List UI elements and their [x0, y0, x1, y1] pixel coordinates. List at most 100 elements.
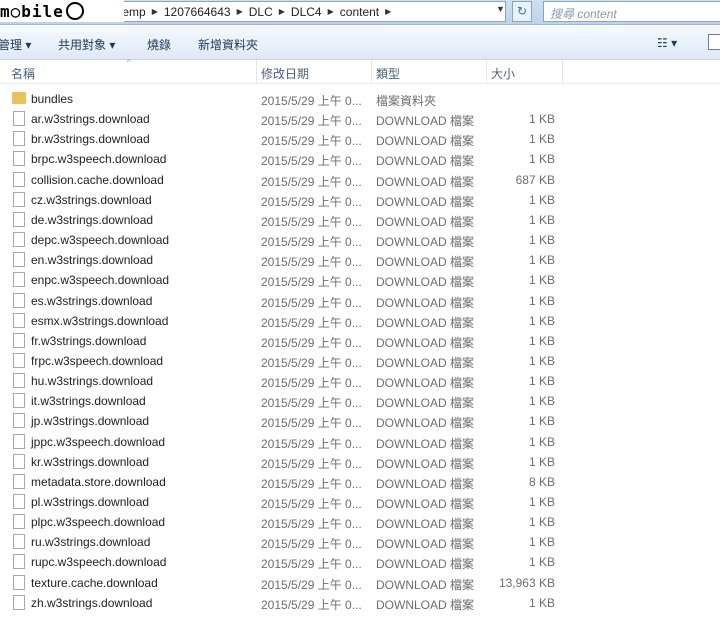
- file-row[interactable]: es.w3strings.download 2015/5/29 上午 0... …: [0, 291, 720, 311]
- file-row[interactable]: ru.w3strings.download 2015/5/29 上午 0... …: [0, 532, 720, 552]
- file-name: jp.w3strings.download: [31, 414, 150, 429]
- file-date: 2015/5/29 上午 0...: [261, 174, 362, 189]
- file-row[interactable]: fr.w3strings.download 2015/5/29 上午 0... …: [0, 331, 720, 351]
- column-name[interactable]: 名稱: [11, 65, 35, 82]
- breadcrumb-dlc[interactable]: DLC: [249, 5, 273, 19]
- file-date: 2015/5/29 上午 0...: [261, 154, 362, 169]
- file-icon: [13, 312, 25, 328]
- file-type: DOWNLOAD 檔案: [376, 376, 475, 391]
- file-row[interactable]: enpc.w3speech.download 2015/5/29 上午 0...…: [0, 270, 720, 290]
- file-row[interactable]: zh.w3strings.download 2015/5/29 上午 0... …: [0, 593, 720, 613]
- file-row[interactable]: collision.cache.download 2015/5/29 上午 0.…: [0, 170, 720, 190]
- file-size: 13,963 KB: [498, 575, 555, 590]
- file-size: 1 KB: [528, 253, 555, 268]
- file-row[interactable]: plpc.w3speech.download 2015/5/29 上午 0...…: [0, 512, 720, 532]
- file-type: DOWNLOAD 檔案: [376, 517, 475, 532]
- file-icon: [13, 433, 25, 449]
- chevron-right-icon[interactable]: ▶: [328, 7, 334, 16]
- file-row[interactable]: pl.w3strings.download 2015/5/29 上午 0... …: [0, 492, 720, 512]
- file-type: DOWNLOAD 檔案: [376, 255, 475, 270]
- file-icon: [13, 473, 25, 489]
- file-icon: [13, 554, 25, 570]
- file-type: 檔案資料夾: [376, 94, 437, 108]
- file-date: 2015/5/29 上午 0...: [261, 295, 362, 310]
- address-history-dropdown-icon[interactable]: ▼: [496, 4, 505, 14]
- file-row[interactable]: jppc.w3speech.download 2015/5/29 上午 0...…: [0, 432, 720, 452]
- breadcrumb-content[interactable]: content: [340, 5, 379, 19]
- file-icon: [13, 332, 25, 348]
- file-row[interactable]: cz.w3strings.download 2015/5/29 上午 0... …: [0, 190, 720, 210]
- file-name: jppc.w3speech.download: [31, 434, 166, 449]
- column-divider[interactable]: [562, 60, 563, 84]
- search-input[interactable]: 搜尋 content: [543, 1, 720, 22]
- file-row[interactable]: ar.w3strings.download 2015/5/29 上午 0... …: [0, 109, 720, 129]
- file-name: brpc.w3speech.download: [31, 152, 167, 167]
- file-row[interactable]: en.w3strings.download 2015/5/29 上午 0... …: [0, 250, 720, 270]
- file-row[interactable]: jp.w3strings.download 2015/5/29 上午 0... …: [0, 411, 720, 431]
- column-divider[interactable]: [371, 60, 372, 84]
- file-row[interactable]: depc.w3speech.download 2015/5/29 上午 0...…: [0, 230, 720, 250]
- organize-button[interactable]: 組合管理 ▾: [0, 36, 31, 53]
- column-divider[interactable]: [256, 60, 257, 84]
- sort-arrow-icon: ^: [127, 58, 131, 67]
- file-type: DOWNLOAD 檔案: [376, 295, 475, 310]
- navigation-bar: temp ▶ 1207664643 ▶ DLC ▶ DLC4 ▶ content ▶ m○…: [0, 0, 720, 25]
- file-type: DOWNLOAD 檔案: [376, 577, 475, 592]
- file-icon: [13, 574, 25, 590]
- file-row[interactable]: esmx.w3strings.download 2015/5/29 上午 0..…: [0, 311, 720, 331]
- file-date: 2015/5/29 上午 0...: [261, 255, 362, 270]
- chevron-right-icon[interactable]: ▶: [152, 7, 158, 16]
- chevron-right-icon[interactable]: ▶: [279, 7, 285, 16]
- file-icon: [13, 171, 25, 187]
- file-row[interactable]: frpc.w3speech.download 2015/5/29 上午 0...…: [0, 351, 720, 371]
- column-size[interactable]: 大小: [491, 65, 515, 82]
- file-date: 2015/5/29 上午 0...: [261, 476, 362, 491]
- column-type[interactable]: 類型: [376, 65, 400, 82]
- column-date[interactable]: 修改日期: [261, 65, 309, 82]
- refresh-icon[interactable]: ↻: [512, 1, 532, 22]
- file-row[interactable]: de.w3strings.download 2015/5/29 上午 0... …: [0, 210, 720, 230]
- file-row[interactable]: rupc.w3speech.download 2015/5/29 上午 0...…: [0, 552, 720, 572]
- file-row[interactable]: kr.w3strings.download 2015/5/29 上午 0... …: [0, 452, 720, 472]
- file-row[interactable]: brpc.w3speech.download 2015/5/29 上午 0...…: [0, 149, 720, 169]
- new-folder-button[interactable]: 新增資料夾: [198, 36, 258, 53]
- file-icon: [13, 393, 25, 409]
- file-name: de.w3strings.download: [31, 212, 154, 227]
- column-divider[interactable]: [486, 60, 487, 84]
- breadcrumb-folder-id[interactable]: 1207664643: [164, 5, 231, 19]
- file-date: 2015/5/29 上午 0...: [261, 194, 362, 209]
- file-size: 1 KB: [528, 212, 555, 227]
- chevron-right-icon[interactable]: ▶: [237, 7, 243, 16]
- file-name: plpc.w3speech.download: [31, 515, 166, 530]
- file-icon: [13, 534, 25, 550]
- file-type: DOWNLOAD 檔案: [376, 315, 475, 330]
- burn-button[interactable]: 燒錄: [147, 36, 171, 53]
- chevron-right-icon[interactable]: ▶: [385, 7, 391, 16]
- file-date: 2015/5/29 上午 0...: [261, 134, 362, 149]
- file-date: 2015/5/29 上午 0...: [261, 517, 362, 532]
- file-type: DOWNLOAD 檔案: [376, 214, 475, 229]
- file-icon: [13, 514, 25, 530]
- breadcrumb-dlc4[interactable]: DLC4: [291, 5, 322, 19]
- file-date: 2015/5/29 上午 0...: [261, 335, 362, 350]
- file-type: DOWNLOAD 檔案: [376, 235, 475, 250]
- file-name: it.w3strings.download: [31, 394, 146, 409]
- file-size: 1 KB: [528, 414, 555, 429]
- file-type: DOWNLOAD 檔案: [376, 537, 475, 552]
- file-name: fr.w3strings.download: [31, 333, 147, 348]
- file-row[interactable]: texture.cache.download 2015/5/29 上午 0...…: [0, 573, 720, 593]
- file-row[interactable]: it.w3strings.download 2015/5/29 上午 0... …: [0, 391, 720, 411]
- file-row[interactable]: bundles 2015/5/29 上午 0... 檔案資料夾: [0, 89, 720, 109]
- file-date: 2015/5/29 上午 0...: [261, 114, 362, 129]
- file-icon: [13, 373, 25, 389]
- file-icon: [13, 151, 25, 167]
- file-row[interactable]: hu.w3strings.download 2015/5/29 上午 0... …: [0, 371, 720, 391]
- share-button[interactable]: 共用對象 ▾: [58, 36, 115, 53]
- file-row[interactable]: metadata.store.download 2015/5/29 上午 0..…: [0, 472, 720, 492]
- file-size: 1 KB: [528, 495, 555, 509]
- file-size: 687 KB: [515, 172, 555, 187]
- preview-pane-icon[interactable]: [708, 34, 720, 50]
- view-options-button[interactable]: ☷ ▾: [657, 36, 677, 50]
- file-date: 2015/5/29 上午 0...: [261, 497, 362, 511]
- file-row[interactable]: br.w3strings.download 2015/5/29 上午 0... …: [0, 129, 720, 149]
